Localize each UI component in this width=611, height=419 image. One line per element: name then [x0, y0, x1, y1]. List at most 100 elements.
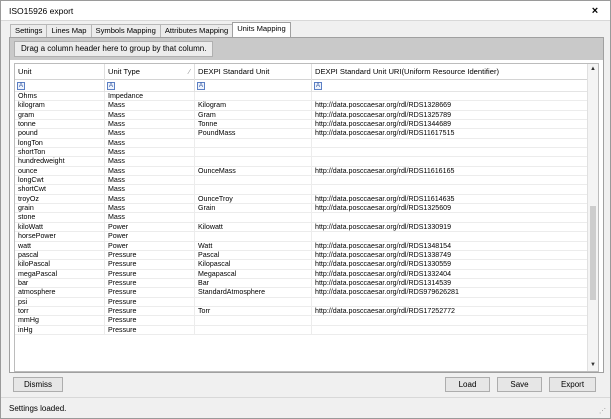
cell-unit-type[interactable]: Mass	[105, 194, 195, 204]
cell-unit[interactable]: pascal	[15, 250, 105, 260]
cell-dexpi-uri[interactable]	[312, 185, 588, 194]
cell-unit[interactable]: grain	[15, 204, 105, 214]
cell-dexpi-uri[interactable]: http://data.posccaesar.org/rdl/RDS116161…	[312, 167, 588, 176]
cell-unit-type[interactable]: Pressure	[105, 250, 195, 260]
cell-dexpi-uri[interactable]: http://data.posccaesar.org/rdl/RDS131453…	[312, 279, 588, 288]
cell-unit[interactable]: shortTon	[15, 148, 105, 158]
cell-dexpi-unit[interactable]: Kilogram	[195, 101, 312, 111]
tab-units-mapping[interactable]: Units Mapping	[232, 22, 291, 37]
cell-unit[interactable]: psi	[15, 297, 105, 307]
cell-unit[interactable]: watt	[15, 241, 105, 251]
cell-unit[interactable]: kiloPascal	[15, 260, 105, 270]
table-row[interactable]: ounce Mass OunceMass http://data.posccaesar…	[15, 166, 588, 177]
cell-dexpi-unit[interactable]: Kilopascal	[195, 260, 312, 270]
cell-dexpi-uri[interactable]: http://data.posccaesar.org/rdl/RDS116146…	[312, 195, 588, 204]
cell-dexpi-uri[interactable]: http://data.posccaesar.org/rdl/RDS133874…	[312, 251, 588, 260]
cell-unit-type[interactable]: Pressure	[105, 297, 195, 307]
export-button[interactable]: Export	[549, 377, 596, 392]
table-row[interactable]: pound Mass PoundMass http://data.posccaesar…	[15, 129, 588, 139]
cell-dexpi-uri[interactable]: http://data.posccaesar.org/rdl/RDS116175…	[312, 129, 588, 138]
cell-unit-type[interactable]: Pressure	[105, 325, 195, 335]
table-row[interactable]: longTon Mass	[15, 138, 588, 149]
cell-dexpi-unit[interactable]	[195, 316, 312, 326]
cell-unit-type[interactable]: Mass	[105, 101, 195, 111]
cell-dexpi-uri[interactable]	[312, 316, 588, 325]
cell-unit[interactable]: bar	[15, 278, 105, 288]
filter-icon[interactable]: A	[107, 82, 115, 90]
cell-unit[interactable]: shortCwt	[15, 185, 105, 195]
cell-dexpi-uri[interactable]	[312, 298, 588, 307]
cell-dexpi-uri[interactable]: http://data.posccaesar.org/rdl/RDS133091…	[312, 223, 588, 232]
cell-unit[interactable]: mmHg	[15, 316, 105, 326]
cell-unit-type[interactable]: Mass	[105, 120, 195, 130]
cell-dexpi-uri[interactable]: http://data.posccaesar.org/rdl/RDS979626…	[312, 288, 588, 297]
cell-dexpi-unit[interactable]	[195, 157, 312, 167]
cell-dexpi-unit[interactable]	[195, 232, 312, 242]
cell-unit[interactable]: Ohms	[15, 92, 105, 101]
cell-dexpi-unit[interactable]	[195, 92, 312, 101]
cell-unit-type[interactable]: Pressure	[105, 278, 195, 288]
cell-unit[interactable]: pound	[15, 129, 105, 139]
tab-settings[interactable]: Settings	[10, 24, 48, 37]
cell-dexpi-unit[interactable]: OunceMass	[195, 166, 312, 176]
table-row[interactable]: troyOz Mass OunceTroy http://data.posccaesa…	[15, 194, 588, 205]
cell-unit[interactable]: tonne	[15, 120, 105, 130]
table-row[interactable]: bar Pressure Bar http://data.posccaesar.org…	[15, 278, 588, 289]
table-row[interactable]: hundredweight Mass	[15, 157, 588, 167]
table-row[interactable]: kiloWatt Power Kilowatt http://data.posccae…	[15, 222, 588, 233]
table-row[interactable]: atmosphere Pressure StandardAtmosphere http…	[15, 288, 588, 298]
cell-unit-type[interactable]: Impedance	[105, 92, 195, 101]
group-by-panel[interactable]: Drag a column header here to group by th…	[10, 38, 603, 60]
table-row[interactable]: shortCwt Mass	[15, 185, 588, 195]
cell-dexpi-unit[interactable]: PoundMass	[195, 129, 312, 139]
table-row[interactable]: mmHg Pressure	[15, 316, 588, 326]
cell-dexpi-unit[interactable]: OunceTroy	[195, 194, 312, 204]
cell-unit[interactable]: longCwt	[15, 176, 105, 186]
table-row[interactable]: pascal Pressure Pascal http://data.posccaes…	[15, 250, 588, 261]
cell-unit-type[interactable]: Mass	[105, 213, 195, 223]
table-row[interactable]: longCwt Mass	[15, 176, 588, 186]
cell-unit-type[interactable]: Power	[105, 232, 195, 242]
scroll-up-icon[interactable]: ▲	[588, 64, 598, 75]
cell-dexpi-uri[interactable]	[312, 92, 588, 101]
cell-unit[interactable]: stone	[15, 213, 105, 223]
column-header-dexpi-unit[interactable]: DEXPI Standard Unit	[195, 64, 312, 80]
cell-unit-type[interactable]: Mass	[105, 185, 195, 195]
cell-dexpi-unit[interactable]: StandardAtmosphere	[195, 288, 312, 298]
cell-dexpi-uri[interactable]: http://data.posccaesar.org/rdl/RDS134815…	[312, 242, 588, 251]
cell-unit-type[interactable]: Mass	[105, 204, 195, 214]
cell-dexpi-uri[interactable]	[312, 326, 588, 335]
cell-unit-type[interactable]: Power	[105, 222, 195, 232]
cell-unit[interactable]: horsePower	[15, 232, 105, 242]
cell-unit[interactable]: ounce	[15, 166, 105, 176]
table-row[interactable]: tonne Mass Tonne http://data.posccaesar.org…	[15, 120, 588, 130]
cell-unit[interactable]: inHg	[15, 325, 105, 335]
cell-dexpi-unit[interactable]: Bar	[195, 278, 312, 288]
filter-icon[interactable]: A	[17, 82, 25, 90]
cell-dexpi-unit[interactable]: Pascal	[195, 250, 312, 260]
cell-unit-type[interactable]: Mass	[105, 176, 195, 186]
table-row[interactable]: megaPascal Pressure Megapascal http://data.…	[15, 269, 588, 279]
cell-dexpi-uri[interactable]: http://data.posccaesar.org/rdl/RDS132578…	[312, 111, 588, 120]
cell-dexpi-unit[interactable]: Gram	[195, 110, 312, 120]
table-row[interactable]: shortTon Mass	[15, 148, 588, 158]
cell-unit-type[interactable]: Pressure	[105, 316, 195, 326]
cell-unit-type[interactable]: Pressure	[105, 306, 195, 316]
table-row[interactable]: Ohms Impedance	[15, 92, 588, 102]
cell-dexpi-uri[interactable]	[312, 232, 588, 241]
cell-unit-type[interactable]: Mass	[105, 148, 195, 158]
cell-dexpi-uri[interactable]: http://data.posccaesar.org/rdl/RDS133240…	[312, 270, 588, 279]
scroll-thumb[interactable]	[590, 206, 596, 300]
cell-unit-type[interactable]: Pressure	[105, 288, 195, 298]
column-header-unit-type[interactable]: Unit Type ⁄	[105, 64, 195, 80]
save-button[interactable]: Save	[497, 377, 542, 392]
cell-unit[interactable]: troyOz	[15, 194, 105, 204]
load-button[interactable]: Load	[445, 377, 490, 392]
cell-dexpi-unit[interactable]: Megapascal	[195, 269, 312, 279]
cell-unit[interactable]: atmosphere	[15, 288, 105, 298]
cell-unit-type[interactable]: Power	[105, 241, 195, 251]
cell-dexpi-unit[interactable]	[195, 176, 312, 186]
cell-unit[interactable]: torr	[15, 306, 105, 316]
cell-unit[interactable]: longTon	[15, 138, 105, 148]
cell-dexpi-uri[interactable]: http://data.posccaesar.org/rdl/RDS172527…	[312, 307, 588, 316]
